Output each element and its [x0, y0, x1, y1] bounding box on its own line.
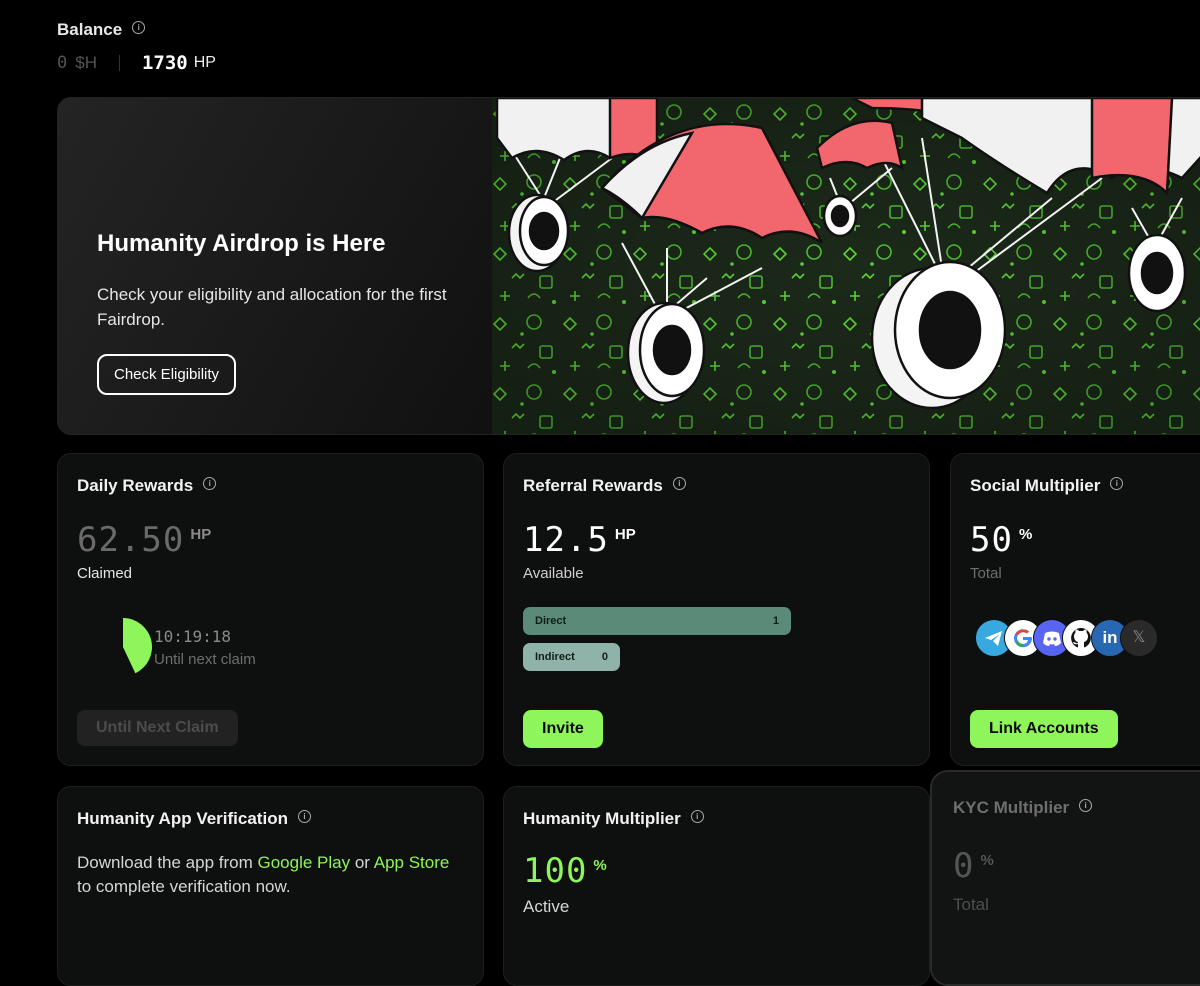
- daily-rewards-status: Claimed: [77, 565, 133, 582]
- kyc-multiplier-unit: %: [980, 852, 994, 869]
- x-icon: 𝕏: [1120, 619, 1158, 657]
- airdrop-title: Humanity Airdrop is Here: [97, 230, 386, 257]
- humanity-multiplier-title: Humanity Multiplier i: [523, 809, 704, 829]
- app-verification-title: Humanity App Verification i: [77, 809, 311, 829]
- social-multiplier-unit: %: [1018, 526, 1033, 543]
- kyc-multiplier-title: KYC Multiplier i: [953, 798, 1093, 818]
- airdrop-illustration: [492, 98, 1200, 434]
- direct-referrals-count: 1: [772, 615, 779, 627]
- balance-title: Balance i: [57, 20, 146, 40]
- balance-row: 0 $H 1730 HP: [57, 52, 216, 74]
- social-multiplier-value: 50: [970, 520, 1013, 560]
- social-multiplier-title: Social Multiplier i: [970, 476, 1124, 496]
- indirect-referrals-label: Indirect: [535, 651, 575, 663]
- invite-button[interactable]: Invite: [523, 710, 603, 748]
- google-play-link[interactable]: Google Play: [258, 853, 351, 872]
- social-multiplier-card: Social Multiplier i 50% Total in 𝕏 Link A…: [950, 453, 1200, 766]
- countdown-progress: [123, 618, 153, 674]
- airdrop-banner-text: Humanity Airdrop is Here Check your elig…: [97, 230, 457, 395]
- sh-balance-value: 0: [57, 53, 68, 73]
- humanity-multiplier-status: Active: [523, 897, 570, 916]
- humanity-multiplier-card: Humanity Multiplier i 100% Active: [503, 786, 930, 986]
- kyc-multiplier-status: Total: [953, 895, 989, 914]
- referral-rewards-title: Referral Rewards i: [523, 476, 686, 496]
- info-icon[interactable]: i: [672, 477, 686, 491]
- sh-balance-unit: $H: [75, 53, 97, 72]
- humanity-multiplier-amount: 100%: [523, 851, 607, 891]
- app-store-link[interactable]: App Store: [374, 853, 450, 872]
- direct-referrals-bar: Direct 1: [523, 607, 791, 635]
- until-next-claim-button[interactable]: Until Next Claim: [77, 710, 238, 746]
- airdrop-banner: Humanity Airdrop is Here Check your elig…: [57, 97, 1200, 435]
- app-verification-card: Humanity App Verification i Download the …: [57, 786, 484, 986]
- info-icon[interactable]: i: [1079, 799, 1093, 813]
- info-icon[interactable]: i: [132, 21, 146, 35]
- daily-rewards-unit: HP: [190, 526, 212, 543]
- kyc-multiplier-amount: 0%: [953, 846, 994, 886]
- claim-timer-label: Until next claim: [154, 651, 256, 668]
- indirect-referrals-bar: Indirect 0: [523, 643, 620, 671]
- humanity-multiplier-unit: %: [593, 857, 607, 874]
- direct-referrals-label: Direct: [535, 615, 567, 627]
- link-accounts-button[interactable]: Link Accounts: [970, 710, 1118, 748]
- balance-divider: [118, 55, 120, 71]
- app-verification-text: Download the app from Google Play or App…: [77, 853, 450, 896]
- airdrop-subtitle: Check your eligibility and allocation fo…: [97, 285, 447, 329]
- humanity-multiplier-value: 100: [523, 851, 588, 891]
- kyc-multiplier-value: 0: [953, 846, 975, 886]
- referral-rewards-amount: 12.5 HP: [523, 520, 636, 560]
- check-eligibility-button[interactable]: Check Eligibility: [97, 354, 237, 395]
- info-icon[interactable]: i: [203, 477, 217, 491]
- info-icon[interactable]: i: [690, 810, 704, 824]
- daily-rewards-amount: 62.50 HP: [77, 520, 211, 560]
- daily-rewards-value: 62.50: [77, 520, 185, 560]
- claim-countdown-pie: [123, 618, 153, 674]
- referral-rewards-status: Available: [523, 565, 584, 582]
- referral-rewards-value: 12.5: [523, 520, 609, 560]
- social-multiplier-status: Total: [970, 565, 1002, 582]
- claim-timer: 10:19:18: [154, 627, 232, 646]
- indirect-referrals-count: 0: [601, 651, 608, 663]
- referral-rewards-card: Referral Rewards i 12.5 HP Available Direc…: [503, 453, 930, 766]
- info-icon[interactable]: i: [297, 810, 311, 824]
- info-icon[interactable]: i: [1110, 477, 1124, 491]
- kyc-multiplier-card: KYC Multiplier i 0% Total: [930, 770, 1200, 986]
- hp-balance-value: 1730: [141, 52, 188, 74]
- hp-balance-unit: HP: [193, 54, 216, 71]
- social-multiplier-amount: 50%: [970, 520, 1032, 560]
- referral-rewards-unit: HP: [614, 526, 636, 543]
- daily-rewards-card: Daily Rewards i 62.50 HP Claimed 10:19:18 …: [57, 453, 484, 766]
- linked-social-icons: in 𝕏: [975, 619, 1165, 657]
- daily-rewards-title: Daily Rewards i: [77, 476, 217, 496]
